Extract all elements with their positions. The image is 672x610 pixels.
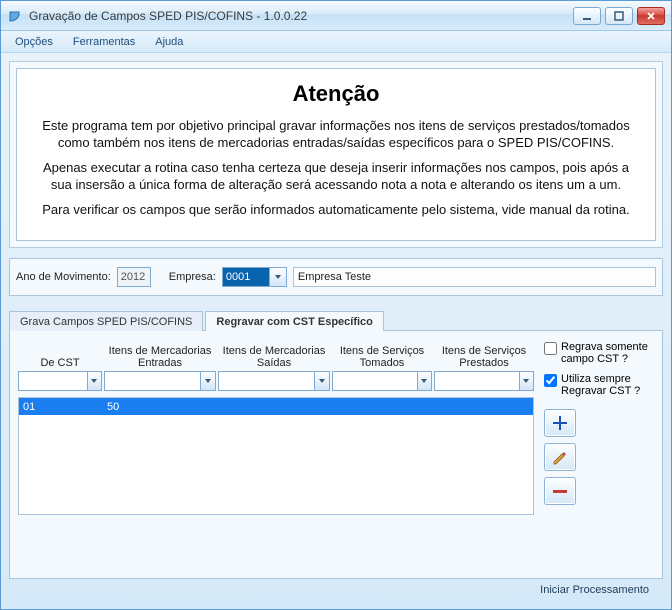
tab-regravar[interactable]: Regravar com CST Específico <box>205 311 384 331</box>
menu-opcoes[interactable]: Opções <box>5 33 63 51</box>
empresa-code-input[interactable] <box>222 267 270 287</box>
pencil-icon <box>551 448 569 466</box>
empresa-drop-icon[interactable] <box>270 267 287 287</box>
col-de-cst: De CST <box>18 357 102 371</box>
filter-de-cst-input[interactable] <box>18 371 88 391</box>
window-controls <box>573 7 665 25</box>
start-processing-link[interactable]: Iniciar Processamento <box>540 584 649 596</box>
plus-icon <box>551 414 569 432</box>
column-filter-row <box>18 371 534 391</box>
ano-input[interactable] <box>117 267 151 287</box>
check-utiliza-sempre[interactable]: Utiliza sempre Regravar CST ? <box>544 373 654 397</box>
col-merc-saidas: Itens de MercadoriasSaídas <box>218 345 330 371</box>
cell-merc-entradas: 50 <box>103 401 215 413</box>
chevron-down-icon[interactable] <box>520 371 534 391</box>
cell-de-cst: 01 <box>19 401 103 413</box>
menubar: Opções Ferramentas Ajuda <box>1 31 671 53</box>
check-utiliza-sempre-box[interactable] <box>544 374 557 387</box>
side-controls: Regrava somente campo CST ? Utiliza semp… <box>534 339 654 572</box>
filter-merc-saidas[interactable] <box>218 371 330 391</box>
filter-merc-entradas[interactable] <box>104 371 216 391</box>
grid-area: De CST Itens de MercadoriasEntradas Iten… <box>18 339 534 572</box>
app-icon <box>7 8 23 24</box>
tab-grava[interactable]: Grava Campos SPED PIS/COFINS <box>9 311 203 331</box>
warning-box: Atenção Este programa tem por objetivo p… <box>16 68 656 241</box>
app-window: Gravação de Campos SPED PIS/COFINS - 1.0… <box>0 0 672 610</box>
filter-serv-prestados-input[interactable] <box>434 371 520 391</box>
label-ano: Ano de Movimento: <box>16 271 111 283</box>
chevron-down-icon[interactable] <box>418 371 432 391</box>
filter-merc-entradas-input[interactable] <box>104 371 201 391</box>
chevron-down-icon[interactable] <box>88 371 102 391</box>
col-merc-entradas: Itens de MercadoriasEntradas <box>104 345 216 371</box>
warning-p1: Este programa tem por objetivo principal… <box>31 117 641 151</box>
maximize-button[interactable] <box>605 7 633 25</box>
remove-button[interactable] <box>544 477 576 505</box>
warning-p2: Apenas executar a rotina caso tenha cert… <box>31 159 641 193</box>
chevron-down-icon[interactable] <box>315 371 330 391</box>
column-headers: De CST Itens de MercadoriasEntradas Iten… <box>18 339 534 371</box>
data-grid[interactable]: 01 50 <box>18 397 534 515</box>
filter-serv-tomados[interactable] <box>332 371 432 391</box>
add-button[interactable] <box>544 409 576 437</box>
tabs-area: Grava Campos SPED PIS/COFINS Regravar co… <box>9 308 663 579</box>
col-serv-prestados: Itens de ServiçosPrestados <box>434 345 534 371</box>
warning-p3: Para verificar os campos que serão infor… <box>31 201 641 218</box>
minus-icon <box>551 482 569 500</box>
client-area: Atenção Este programa tem por objetivo p… <box>1 53 671 609</box>
edit-button[interactable] <box>544 443 576 471</box>
close-button[interactable] <box>637 7 665 25</box>
col-serv-tomados: Itens de ServiçosTomados <box>332 345 432 371</box>
footer: Iniciar Processamento <box>9 579 663 601</box>
warning-frame: Atenção Este programa tem por objetivo p… <box>9 61 663 248</box>
label-empresa: Empresa: <box>169 271 216 283</box>
filter-bar: Ano de Movimento: Empresa: Empresa Teste <box>9 258 663 296</box>
tab-row: Grava Campos SPED PIS/COFINS Regravar co… <box>9 308 663 330</box>
window-title: Gravação de Campos SPED PIS/COFINS - 1.0… <box>29 9 573 23</box>
tab-panel-regravar: De CST Itens de MercadoriasEntradas Iten… <box>9 330 663 579</box>
check-regrava-somente-box[interactable] <box>544 342 557 355</box>
filter-serv-prestados[interactable] <box>434 371 534 391</box>
table-row[interactable]: 01 50 <box>19 398 533 415</box>
filter-merc-saidas-input[interactable] <box>218 371 315 391</box>
filter-serv-tomados-input[interactable] <box>332 371 418 391</box>
check-utiliza-sempre-label: Utiliza sempre Regravar CST ? <box>561 373 654 397</box>
warning-heading: Atenção <box>31 81 641 107</box>
empresa-name: Empresa Teste <box>293 267 656 287</box>
check-regrava-somente[interactable]: Regrava somente campo CST ? <box>544 341 654 365</box>
check-regrava-somente-label: Regrava somente campo CST ? <box>561 341 654 365</box>
chevron-down-icon[interactable] <box>201 371 216 391</box>
filter-de-cst[interactable] <box>18 371 102 391</box>
menu-ajuda[interactable]: Ajuda <box>145 33 193 51</box>
minimize-button[interactable] <box>573 7 601 25</box>
empresa-combo[interactable] <box>222 267 287 287</box>
menu-ferramentas[interactable]: Ferramentas <box>63 33 145 51</box>
titlebar: Gravação de Campos SPED PIS/COFINS - 1.0… <box>1 1 671 31</box>
